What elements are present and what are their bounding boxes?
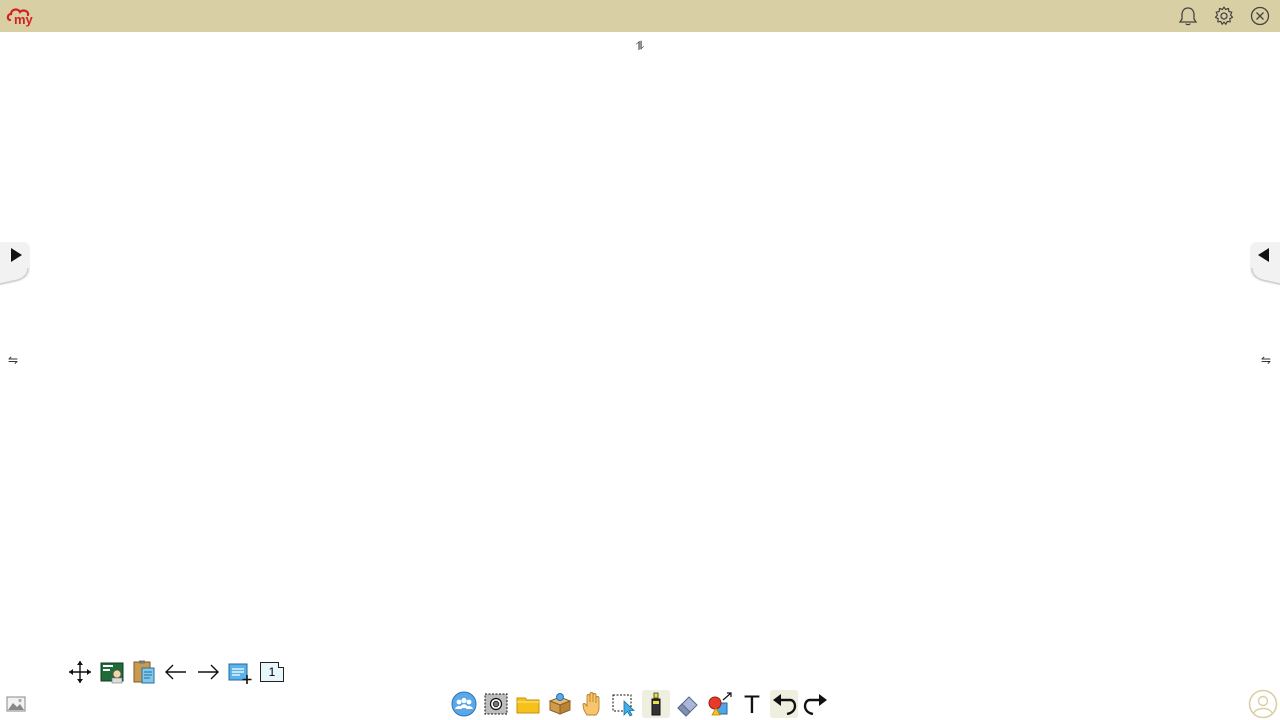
redo-icon[interactable] xyxy=(802,690,830,718)
swap-vertical-icon[interactable]: ⥮ xyxy=(632,38,648,54)
page-number-icon[interactable]: 1 xyxy=(258,658,286,686)
svg-text:T: T xyxy=(744,691,760,717)
right-panel-toggle[interactable] xyxy=(1250,240,1280,286)
gear-icon[interactable] xyxy=(1213,5,1235,27)
right-swap-icon[interactable]: ⇋ xyxy=(1258,352,1274,368)
whiteboard-app: my ⥮ ⇋ ⇋ 1 T xyxy=(0,0,1280,720)
folder-icon[interactable] xyxy=(514,690,542,718)
page-toolbar: 1 xyxy=(66,658,290,686)
box-icon[interactable] xyxy=(546,690,574,718)
left-swap-icon[interactable]: ⇋ xyxy=(5,352,21,368)
eraser-icon[interactable] xyxy=(674,690,702,718)
background-image-icon[interactable] xyxy=(6,694,26,714)
page-number: 1 xyxy=(260,662,284,682)
top-bar: my xyxy=(0,0,1280,32)
app-logo[interactable]: my xyxy=(6,4,38,28)
undo-icon[interactable] xyxy=(770,690,798,718)
main-toolbar: T xyxy=(450,690,834,718)
arrow-left-icon[interactable] xyxy=(162,658,190,686)
expand-left-icon xyxy=(1250,242,1280,286)
highlighter-icon[interactable] xyxy=(642,690,670,718)
add-page-icon[interactable] xyxy=(226,658,254,686)
move-icon[interactable] xyxy=(66,658,94,686)
text-icon[interactable]: T xyxy=(738,690,766,718)
screenshot-icon[interactable] xyxy=(482,690,510,718)
left-panel-toggle[interactable] xyxy=(0,240,30,286)
bell-icon[interactable] xyxy=(1177,5,1199,27)
board-icon[interactable] xyxy=(98,658,126,686)
people-icon[interactable] xyxy=(450,690,478,718)
svg-text:my: my xyxy=(14,12,34,27)
close-icon[interactable] xyxy=(1249,5,1271,27)
arrow-right-icon[interactable] xyxy=(194,658,222,686)
logo-icon: my xyxy=(6,8,34,27)
expand-right-icon xyxy=(0,242,30,286)
user-icon[interactable] xyxy=(1248,689,1278,719)
shapes-icon[interactable] xyxy=(706,690,734,718)
select-icon[interactable] xyxy=(610,690,638,718)
clipboard-icon[interactable] xyxy=(130,658,158,686)
hand-icon[interactable] xyxy=(578,690,606,718)
